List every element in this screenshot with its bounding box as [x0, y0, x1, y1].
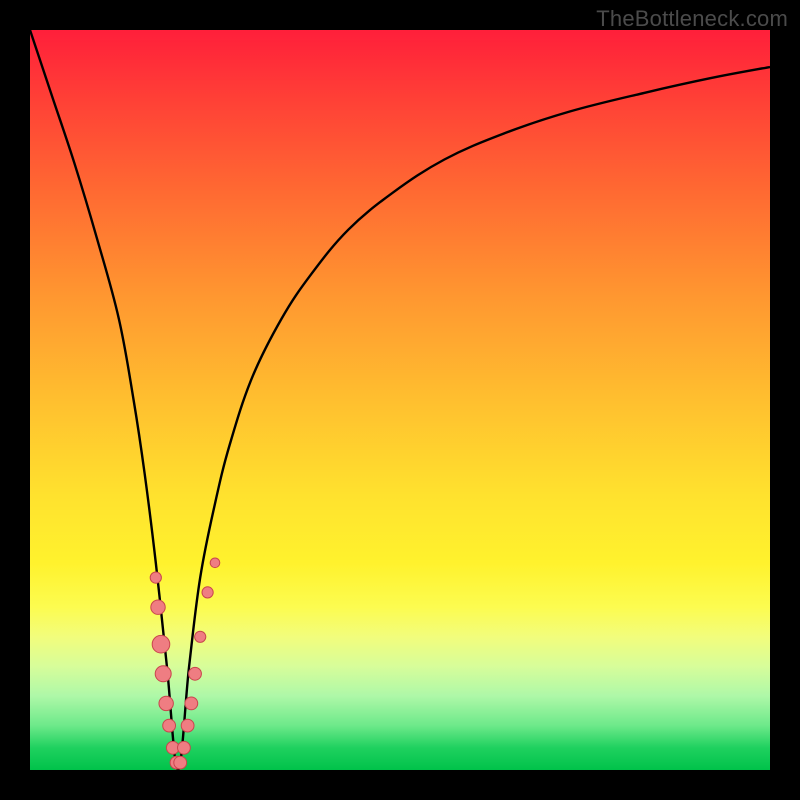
data-marker: [202, 587, 213, 598]
data-marker: [155, 666, 171, 682]
plot-area: [30, 30, 770, 770]
data-marker: [210, 558, 220, 568]
data-marker: [152, 635, 170, 653]
chart-svg: [30, 30, 770, 770]
data-marker: [178, 741, 191, 754]
data-marker: [181, 719, 194, 732]
data-marker: [159, 696, 173, 710]
data-marker: [163, 719, 176, 732]
watermark-text: TheBottleneck.com: [596, 6, 788, 32]
data-marker: [151, 600, 165, 614]
data-marker: [195, 631, 206, 642]
data-marker: [174, 756, 187, 769]
bottleneck-curve: [30, 30, 770, 770]
data-marker: [189, 667, 202, 680]
chart-frame: TheBottleneck.com: [0, 0, 800, 800]
marker-layer: [150, 558, 220, 769]
curve-layer: [30, 30, 770, 770]
data-marker: [185, 697, 198, 710]
data-marker: [150, 572, 161, 583]
